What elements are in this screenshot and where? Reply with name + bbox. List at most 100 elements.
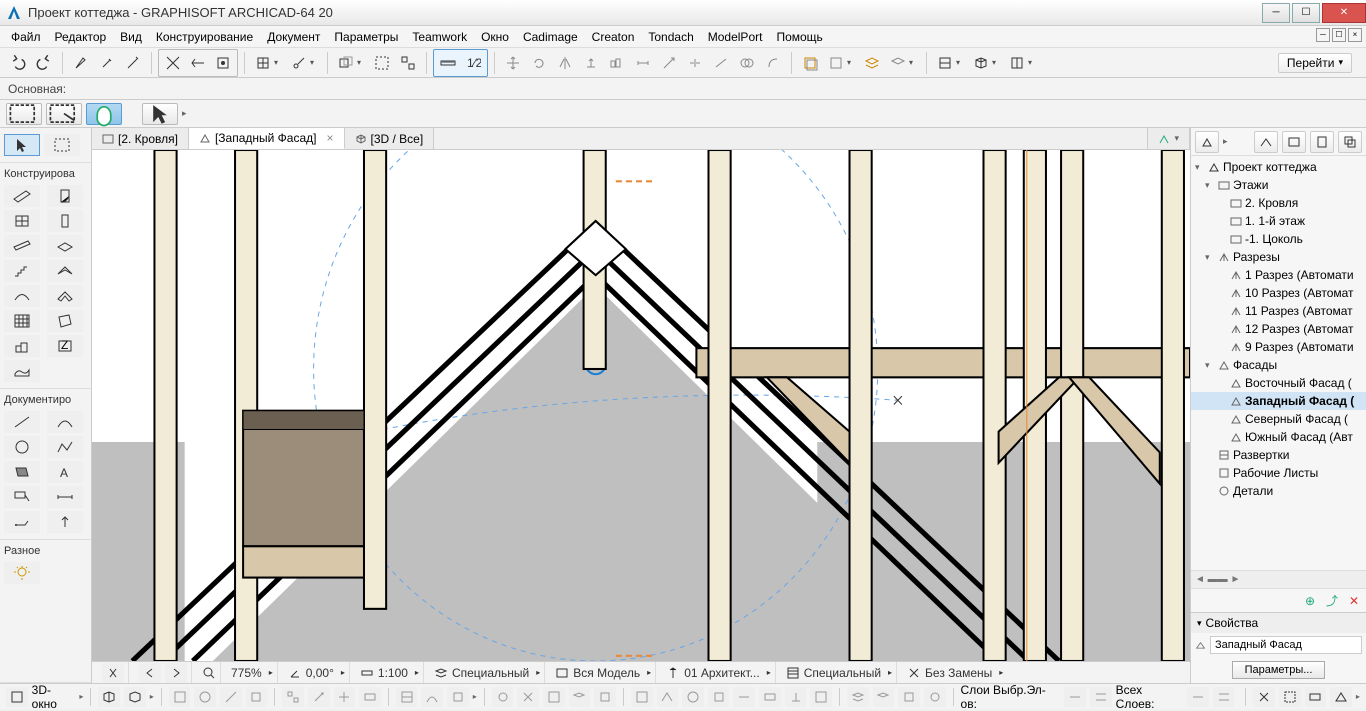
bb-btn-24[interactable] [810, 687, 832, 707]
redo-button[interactable] [32, 51, 56, 75]
bb-btn-22[interactable] [759, 687, 781, 707]
zoom-tool-seg[interactable] [198, 662, 221, 683]
tree-item[interactable]: Рабочие Листы [1191, 464, 1366, 482]
tree-item[interactable]: 1 Разрез (Автомати [1191, 266, 1366, 284]
view-tab-nav-icon[interactable]: ▾ [1147, 128, 1190, 149]
doc-restore-button[interactable]: ☐ [1332, 28, 1346, 42]
tree-item[interactable]: 1. 1-й этаж [1191, 212, 1366, 230]
nav-save-view-icon[interactable]: ⤴ [1324, 593, 1340, 609]
close-button[interactable]: ✕ [1322, 3, 1366, 23]
bb-btn-8[interactable] [359, 687, 381, 707]
bb-btn-28[interactable] [924, 687, 946, 707]
drawing-canvas[interactable] [92, 150, 1190, 661]
override-seg[interactable]: Без Замены▸ [903, 662, 1007, 683]
doc-close-button[interactable]: × [1348, 28, 1362, 42]
ungroup-button[interactable] [396, 51, 420, 75]
tree-item[interactable]: Северный Фасад ( [1191, 410, 1366, 428]
tree-item[interactable]: 12 Разрез (Автомат [1191, 320, 1366, 338]
circle-tool[interactable] [4, 436, 40, 458]
label-tool[interactable] [4, 486, 40, 508]
grid-snap-button[interactable]: ▾ [251, 51, 285, 75]
zoom-value[interactable]: 775%▸ [227, 662, 278, 683]
tree-item[interactable]: ▾Фасады [1191, 356, 1366, 374]
mesh-tool[interactable] [4, 360, 40, 382]
bb-axo-button[interactable] [124, 687, 146, 707]
arc-tool[interactable] [47, 411, 83, 433]
roof-tool[interactable] [47, 260, 83, 282]
measure-button[interactable]: 1⁄2 [461, 51, 485, 75]
scale-seg[interactable]: 1:100▸ [356, 662, 424, 683]
bb-btn-27[interactable] [898, 687, 920, 707]
nav-new-view-icon[interactable]: ⊕ [1302, 593, 1318, 609]
nav-project-button[interactable] [1195, 131, 1219, 153]
tree-item[interactable]: Детали [1191, 482, 1366, 500]
nav-view-map-button[interactable] [1282, 131, 1306, 153]
polyline-tool[interactable] [47, 436, 83, 458]
column-tool[interactable] [47, 210, 83, 232]
skylight-tool[interactable] [47, 285, 83, 307]
bb-btn-4[interactable] [246, 687, 268, 707]
bb-layer-all-1[interactable] [1187, 687, 1209, 707]
element-snap-button[interactable]: ▾ [287, 51, 321, 75]
view-name-input[interactable] [1210, 636, 1362, 654]
menu-creaton[interactable]: Creaton [585, 27, 642, 47]
bb-btn-11[interactable] [447, 687, 469, 707]
floor-plan-button[interactable]: ▾ [933, 51, 967, 75]
bb-btn-13[interactable] [517, 687, 539, 707]
nav-horizontal-scroll[interactable]: ◄ ▬▬ ► [1191, 570, 1366, 588]
menu-tondach[interactable]: Tondach [641, 27, 700, 47]
bb-layer-all-2[interactable] [1213, 687, 1235, 707]
bb-right-2[interactable] [1279, 687, 1301, 707]
menu-edit[interactable]: Редактор [48, 27, 114, 47]
undo-button[interactable] [6, 51, 30, 75]
tree-item[interactable]: 11 Разрез (Автомат [1191, 302, 1366, 320]
beam-tool[interactable] [4, 235, 40, 257]
bb-btn-17[interactable] [631, 687, 653, 707]
view-tab-floor[interactable]: [2. Кровля] [92, 128, 189, 149]
nav-publisher-button[interactable] [1338, 131, 1362, 153]
3d-view-button[interactable]: ▾ [969, 51, 1003, 75]
bb-btn-9[interactable] [396, 687, 418, 707]
window-tool[interactable] [4, 210, 40, 232]
slab-tool[interactable] [47, 235, 83, 257]
navigator-tree[interactable]: ▾ Проект коттеджа ▾Этажи2. Кровля1. 1-й … [1191, 156, 1366, 570]
view-tab-elevation[interactable]: [Западный Фасад] × [189, 128, 345, 149]
bb-btn-16[interactable] [594, 687, 616, 707]
radial-dim-tool[interactable] [47, 511, 83, 533]
arch-set-seg[interactable]: 01 Архитект...▸ [662, 662, 776, 683]
menu-cadimage[interactable]: Cadimage [516, 27, 585, 47]
rotate-button[interactable] [527, 51, 551, 75]
bb-btn-15[interactable] [569, 687, 591, 707]
zoom-out-button[interactable] [102, 663, 124, 683]
nav-props-header[interactable]: ▾Свойства [1191, 613, 1366, 633]
marquee-mode-button[interactable] [6, 103, 42, 125]
object-tool[interactable] [4, 335, 40, 357]
tree-item[interactable]: ▾Этажи [1191, 176, 1366, 194]
suspend-groups-button[interactable]: ▾ [334, 51, 368, 75]
bb-btn-20[interactable] [708, 687, 730, 707]
bb-btn-5[interactable] [282, 687, 304, 707]
bb-btn-12[interactable] [492, 687, 514, 707]
tree-item[interactable]: -1. Цоколь [1191, 230, 1366, 248]
zoom-next-button[interactable] [165, 663, 187, 683]
trace-settings-button[interactable]: ▾ [824, 51, 858, 75]
curtain-wall-tool[interactable] [4, 310, 40, 332]
bb-right-3[interactable] [1305, 687, 1327, 707]
menu-teamwork[interactable]: Teamwork [405, 27, 474, 47]
maximize-button[interactable]: ☐ [1292, 3, 1320, 23]
goto-dropdown[interactable]: Перейти▾ [1278, 53, 1360, 73]
intersect-button[interactable] [735, 51, 759, 75]
shell-tool[interactable] [4, 285, 40, 307]
layers-button[interactable] [860, 51, 884, 75]
trace-ref-button[interactable] [798, 51, 822, 75]
zone-tool[interactable]: Z [47, 335, 83, 357]
menu-view[interactable]: Вид [113, 27, 149, 47]
zoom-prev-button[interactable] [139, 663, 161, 683]
magic-wand-button[interactable] [121, 51, 145, 75]
line-tool[interactable] [4, 411, 40, 433]
tree-item[interactable]: 2. Кровля [1191, 194, 1366, 212]
model-view-seg[interactable]: Вся Модель▸ [551, 662, 656, 683]
bb-btn-18[interactable] [657, 687, 679, 707]
bb-right-4[interactable] [1330, 687, 1352, 707]
arrow-tool[interactable] [4, 134, 40, 156]
